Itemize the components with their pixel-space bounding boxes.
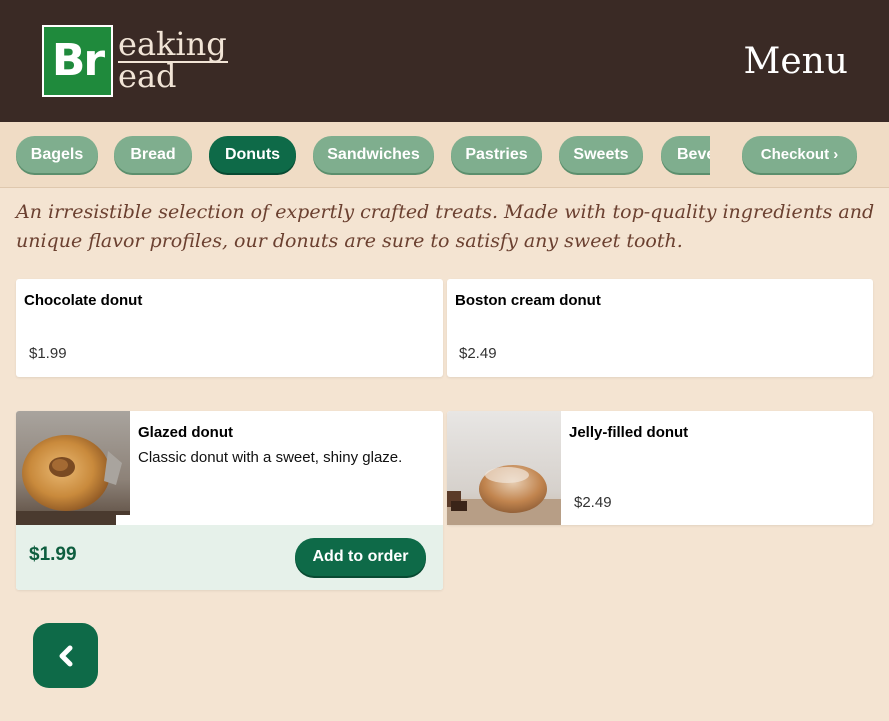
category-tab-beverages[interactable]: Beverages [661, 136, 710, 173]
logo-text-line2: ead [118, 57, 177, 95]
item-name: Jelly-filled donut [569, 424, 689, 441]
item-name: Chocolate donut [24, 292, 143, 309]
item-name: Boston cream donut [455, 292, 601, 309]
back-button[interactable] [33, 623, 98, 688]
category-tab-donuts[interactable]: Donuts [209, 136, 296, 173]
item-price: $1.99 [29, 345, 67, 362]
page-title: Menu [743, 41, 848, 82]
glazed-donut-photo [16, 411, 130, 525]
item-name: Glazed donut [138, 424, 233, 441]
item-order-panel: $1.99 Add to order [16, 525, 443, 590]
category-tab-bread[interactable]: Bread [114, 136, 192, 173]
app-header: Br eaking ead Menu [0, 0, 889, 122]
category-bar: Bagels Bread Donuts Sandwiches Pastries … [0, 122, 889, 188]
logo-element-box: Br [42, 25, 113, 97]
category-tab-sandwiches[interactable]: Sandwiches [313, 136, 434, 173]
menu-item-card-expanded[interactable]: Glazed donut Classic donut with a sweet,… [16, 411, 443, 590]
category-description: An irresistible selection of expertly cr… [16, 201, 875, 252]
menu-item-card[interactable]: Boston cream donut $2.49 [447, 279, 873, 377]
checkout-button[interactable]: Checkout › [742, 136, 857, 173]
category-scroller[interactable]: Bagels Bread Donuts Sandwiches Pastries … [0, 122, 710, 188]
jelly-donut-photo [447, 411, 561, 525]
category-tab-sweets[interactable]: Sweets [559, 136, 643, 173]
item-price: $1.99 [29, 544, 77, 565]
chevron-left-icon [59, 645, 73, 667]
item-price: $2.49 [574, 494, 612, 511]
menu-item-card[interactable]: Jelly-filled donut $2.49 [447, 411, 873, 525]
add-to-order-button[interactable]: Add to order [295, 538, 426, 576]
item-price: $2.49 [459, 345, 497, 362]
logo-text-line1: eaking [118, 25, 227, 63]
category-tab-pastries[interactable]: Pastries [451, 136, 542, 173]
item-description: Classic donut with a sweet, shiny glaze. [138, 449, 403, 466]
breaking-bread-logo[interactable]: Br eaking ead [42, 25, 242, 99]
menu-item-card[interactable]: Chocolate donut $1.99 [16, 279, 443, 377]
category-tab-bagels[interactable]: Bagels [16, 136, 98, 173]
